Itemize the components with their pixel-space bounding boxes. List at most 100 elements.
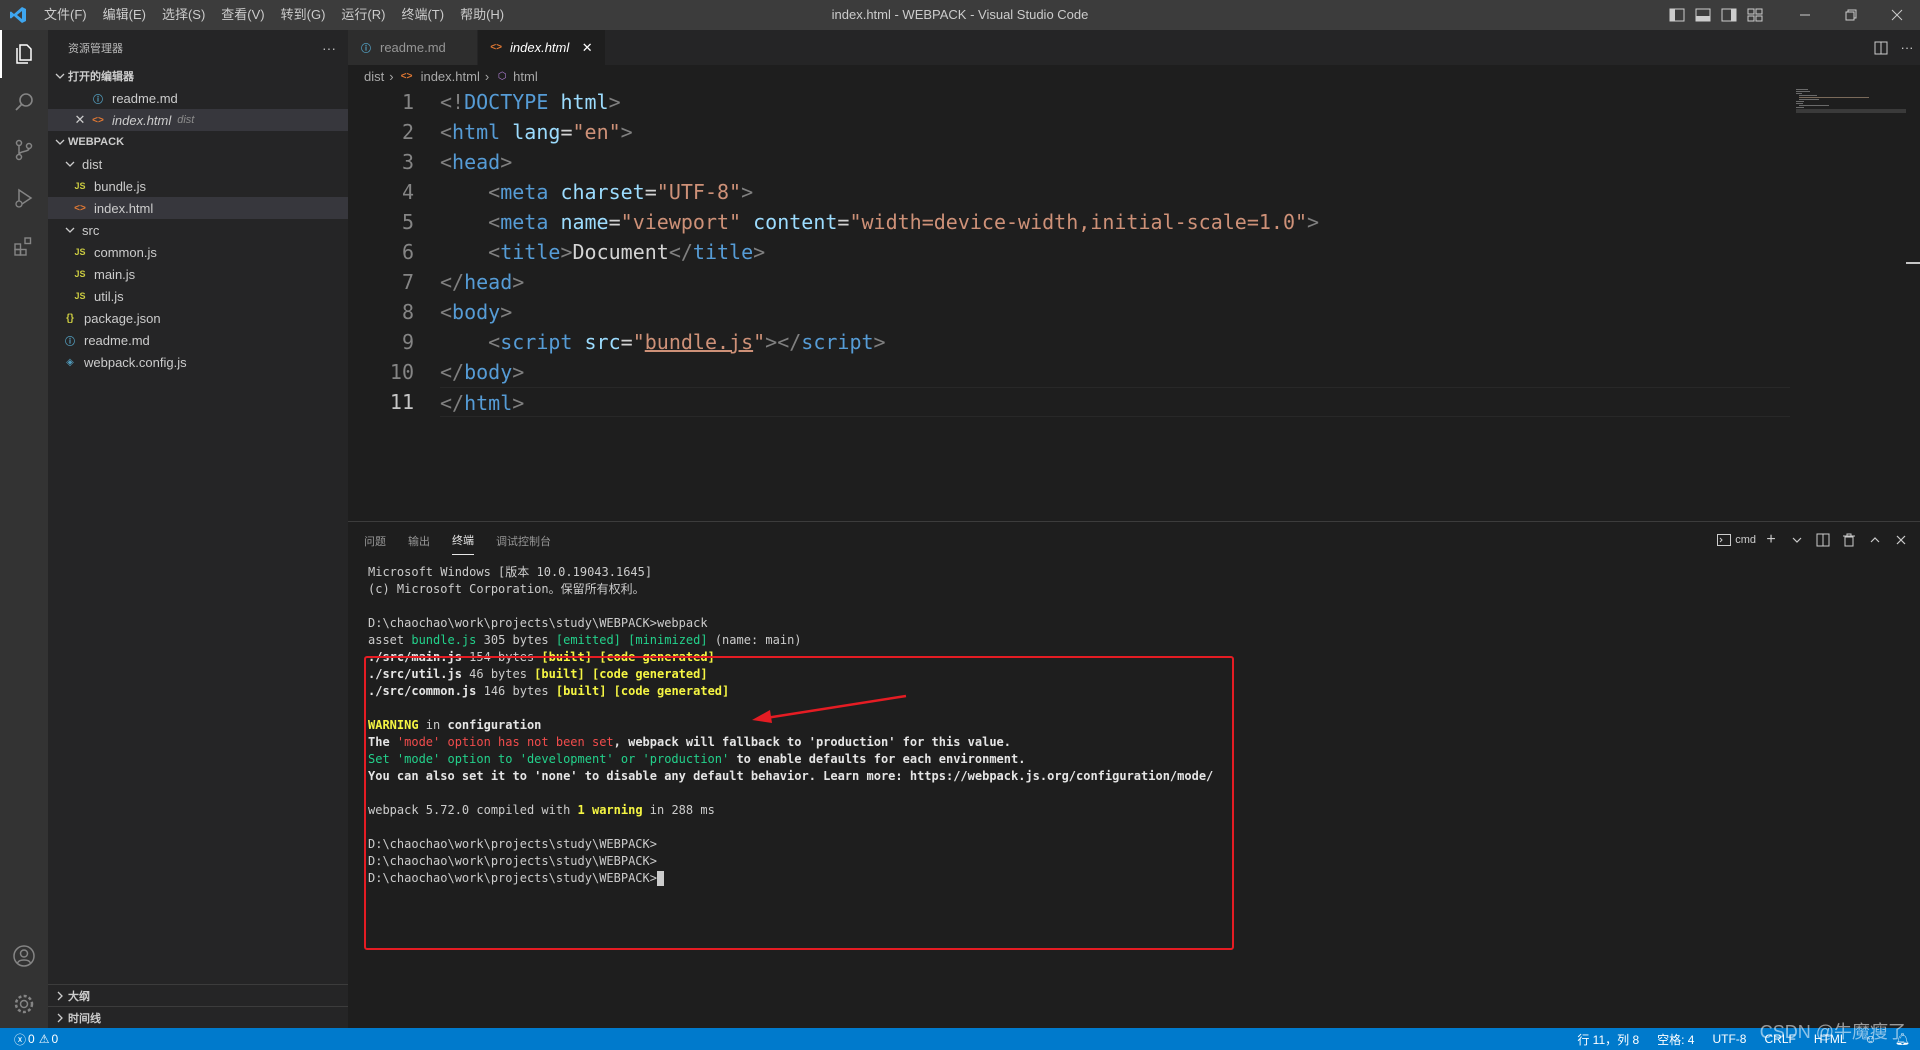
run-debug-icon[interactable] — [0, 174, 48, 222]
outline-header[interactable]: 大纲 — [48, 984, 348, 1006]
close-tab-icon[interactable]: ✕ — [579, 40, 595, 56]
line-number: 8 — [401, 300, 414, 324]
term-seg: in — [418, 718, 448, 732]
tab-debug-console[interactable]: 调试控制台 — [496, 525, 551, 555]
code-token: name — [560, 210, 609, 234]
minimap[interactable] — [1796, 87, 1906, 127]
terminal-line: The 'mode' option has not been set, webp… — [368, 734, 1213, 751]
menu-go[interactable]: 转到(G) — [273, 0, 334, 30]
outline-label: 大纲 — [68, 990, 90, 1003]
file-main-js[interactable]: JS main.js — [48, 263, 348, 285]
extensions-icon[interactable] — [0, 222, 48, 270]
code-content[interactable]: <!DOCTYPE html> <html lang="en"> <head> <m… — [440, 87, 1790, 417]
menu-terminal[interactable]: 终端(T) — [393, 0, 452, 30]
file-index-html[interactable]: <> index.html — [48, 197, 348, 219]
source-control-icon[interactable] — [0, 126, 48, 174]
toggle-primary-sidebar-icon[interactable] — [1664, 0, 1690, 30]
more-actions-icon[interactable]: ··· — [1894, 33, 1920, 63]
code-line[interactable]: </body> — [440, 357, 1790, 387]
code-token: Document — [572, 240, 669, 264]
code-token: > — [512, 360, 525, 384]
problems-indicator[interactable]: ⓧ 0 ⚠ 0 — [0, 1031, 58, 1048]
indentation[interactable]: 空格: 4 — [1657, 1031, 1694, 1048]
settings-gear-icon[interactable] — [0, 980, 48, 1028]
code-line[interactable]: </html> — [440, 387, 1790, 417]
file-package-json[interactable]: {} package.json — [48, 307, 348, 329]
split-terminal-icon[interactable] — [1812, 529, 1834, 551]
code-token: content — [753, 210, 838, 234]
menu-selection[interactable]: 选择(S) — [154, 0, 213, 30]
code-line[interactable]: <body> — [440, 297, 1790, 327]
menu-help[interactable]: 帮助(H) — [452, 0, 512, 30]
new-terminal-icon[interactable]: + — [1760, 529, 1782, 551]
toggle-secondary-sidebar-icon[interactable] — [1716, 0, 1742, 30]
minimize-icon[interactable] — [1782, 0, 1828, 30]
breadcrumb: dist › <> index.html › ⬡ html — [348, 65, 1920, 87]
code-line[interactable]: <head> — [440, 147, 1790, 177]
terminal-prompt: D:\chaochao\work\projects\study\WEBPACK> — [368, 871, 657, 885]
breadcrumb-item[interactable]: dist — [364, 69, 384, 84]
chevron-down-icon[interactable] — [1786, 529, 1808, 551]
close-window-icon[interactable] — [1874, 0, 1920, 30]
timeline-header[interactable]: 时间线 — [48, 1006, 348, 1028]
workspace-header[interactable]: WEBPACK — [48, 131, 348, 153]
tab-label: index.html — [510, 40, 570, 55]
code-line[interactable]: <script src="bundle.js"></script> — [440, 327, 1790, 357]
code-editor[interactable]: 1 2 3 4 5 6 7 8 9 10 11 <!DOCTYPE html> <… — [348, 87, 1920, 521]
close-editor-icon[interactable]: ✕ — [72, 112, 88, 128]
file-bundle-js[interactable]: JS bundle.js — [48, 175, 348, 197]
toggle-panel-icon[interactable] — [1690, 0, 1716, 30]
file-readme-md[interactable]: ⓘ readme.md — [48, 329, 348, 351]
file-util-js[interactable]: JS util.js — [48, 285, 348, 307]
customize-layout-icon[interactable] — [1742, 0, 1768, 30]
tab-terminal[interactable]: 终端 — [452, 524, 474, 555]
term-seg: , webpack will fallback to 'production' … — [613, 735, 1012, 749]
terminal-output[interactable]: Microsoft Windows [版本 10.0.19043.1645] (… — [364, 564, 1234, 950]
js-file-icon: JS — [74, 247, 86, 257]
folder-src[interactable]: src — [48, 219, 348, 241]
open-editors-header[interactable]: 打开的编辑器 — [48, 65, 348, 87]
terminal-selector[interactable]: cmd — [1717, 529, 1756, 551]
tab-index-html[interactable]: <> index.html ✕ — [478, 30, 607, 65]
breadcrumb-item[interactable]: html — [513, 69, 538, 84]
code-line[interactable]: <!DOCTYPE html> — [440, 87, 1790, 117]
explorer-icon[interactable] — [0, 30, 48, 78]
code-line[interactable]: </head> — [440, 267, 1790, 297]
open-editor-readme[interactable]: ⓘ readme.md — [48, 87, 348, 109]
info-file-icon: ⓘ — [65, 336, 75, 348]
trash-icon[interactable] — [1838, 529, 1860, 551]
breadcrumb-item[interactable]: index.html — [421, 69, 480, 84]
encoding[interactable]: UTF-8 — [1712, 1032, 1746, 1046]
activity-bar — [0, 30, 48, 1028]
menu-edit[interactable]: 编辑(E) — [95, 0, 154, 30]
term-seg: configuration — [447, 718, 542, 732]
file-label: main.js — [94, 266, 136, 282]
restore-icon[interactable] — [1828, 0, 1874, 30]
code-line[interactable]: <meta name="viewport" content="width=dev… — [440, 207, 1790, 237]
folder-dist[interactable]: dist — [48, 153, 348, 175]
search-icon[interactable] — [0, 78, 48, 126]
maximize-panel-icon[interactable] — [1864, 529, 1886, 551]
menu-run[interactable]: 运行(R) — [333, 0, 393, 30]
file-common-js[interactable]: JS common.js — [48, 241, 348, 263]
code-token: " — [632, 330, 645, 354]
menu-file[interactable]: 文件(F) — [36, 0, 95, 30]
menu-view[interactable]: 查看(V) — [213, 0, 272, 30]
code-line[interactable]: <html lang="en"> — [440, 117, 1790, 147]
term-seg: to enable defaults for each environment. — [729, 752, 1026, 766]
tab-output[interactable]: 输出 — [408, 525, 430, 555]
split-editor-icon[interactable] — [1868, 33, 1894, 63]
file-webpack-config[interactable]: ◈ webpack.config.js — [48, 351, 348, 373]
html-file-icon: <> — [74, 202, 86, 214]
open-editor-index[interactable]: ✕ <> index.html dist — [48, 109, 348, 131]
tab-problems[interactable]: 问题 — [364, 525, 386, 555]
more-actions-icon[interactable]: ··· — [322, 40, 336, 56]
close-panel-icon[interactable] — [1890, 529, 1912, 551]
cursor-position[interactable]: 行 11，列 8 — [1577, 1031, 1639, 1048]
code-line[interactable]: <title>Document</title> — [440, 237, 1790, 267]
tab-readme[interactable]: ⓘ readme.md — [348, 30, 478, 65]
title-bar: 文件(F) 编辑(E) 选择(S) 查看(V) 转到(G) 运行(R) 终端(T… — [0, 0, 1920, 30]
code-line[interactable]: <meta charset="UTF-8"> — [440, 177, 1790, 207]
accounts-icon[interactable] — [0, 932, 48, 980]
